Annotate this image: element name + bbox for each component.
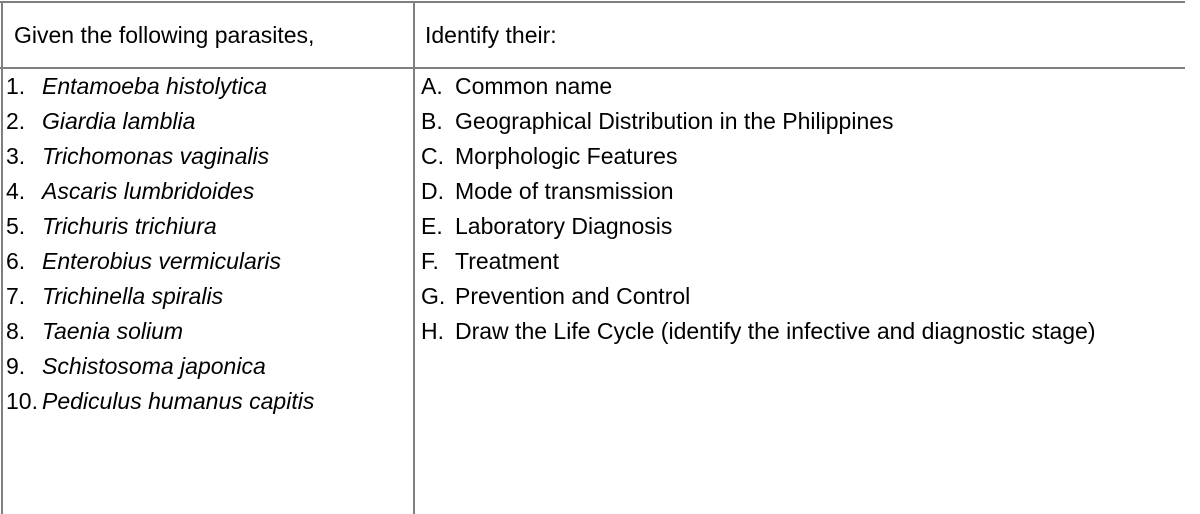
identify-item-label: Treatment [455, 248, 559, 274]
list-item: 4. Ascaris lumbridoides [6, 174, 410, 209]
parasite-list: 1. Entamoeba histolytica 2. Giardia lamblia… [6, 69, 410, 419]
identify-item-marker: B. [421, 108, 443, 134]
parasite-item-marker: 4. [6, 178, 26, 204]
parasite-item-marker: 8. [6, 318, 26, 344]
list-item: 1. Entamoeba histolytica [6, 69, 410, 104]
list-item: 7. Trichinella spiralis [6, 279, 410, 314]
parasite-item-marker: 3. [6, 143, 26, 169]
identify-item-label: Mode of transmission [455, 178, 674, 204]
identify-item-label: Morphologic Features [455, 143, 678, 169]
list-item: 9. Schistosoma japonica [6, 349, 410, 384]
table-body-row: 1. Entamoeba histolytica 2. Giardia lamblia… [0, 69, 1200, 514]
parasite-item-label: Trichomonas vaginalis [42, 143, 270, 169]
parasite-item-label: Trichuris trichiura [42, 213, 217, 239]
identify-item-marker: D. [421, 178, 444, 204]
parasite-item-label: Entamoeba histolytica [42, 73, 268, 99]
parasite-item-label: Enterobius vermicularis [42, 248, 282, 274]
list-item: 10. Pediculus humanus capitis [6, 384, 410, 419]
parasite-item-marker: 5. [6, 213, 26, 239]
list-item: 3. Trichomonas vaginalis [6, 139, 410, 174]
parasite-item-marker: 10. [6, 388, 38, 414]
list-item: D. Mode of transmission [421, 174, 1191, 209]
parasite-item-label: Taenia solium [42, 318, 184, 344]
worksheet-table: Given the following parasites, Identify … [0, 0, 1200, 514]
list-item: B. Geographical Distribution in the Phili… [421, 104, 1191, 139]
identify-item-marker: A. [421, 73, 443, 99]
parasites-column: 1. Entamoeba histolytica 2. Giardia lamblia… [6, 69, 410, 419]
column-header-parasites: Given the following parasites, [14, 22, 315, 48]
identify-item-label: Laboratory Diagnosis [455, 213, 673, 239]
identify-list: A. Common name B. Geographical Distribution… [421, 69, 1191, 349]
list-item: A. Common name [421, 69, 1191, 104]
list-item: E. Laboratory Diagnosis [421, 209, 1191, 244]
list-item: H. Draw the Life Cycle (identify the infe… [421, 314, 1191, 349]
list-item: C. Morphologic Features [421, 139, 1191, 174]
list-item: 5. Trichuris trichiura [6, 209, 410, 244]
identify-item-label: Prevention and Control [455, 283, 691, 309]
column-header-identify: Identify their: [425, 22, 557, 48]
parasite-item-marker: 6. [6, 248, 26, 274]
identify-item-label: Geographical Distribution in the Philipp… [455, 108, 894, 134]
parasite-item-label: Ascaris lumbridoides [42, 178, 255, 204]
parasite-item-label: Giardia lamblia [42, 108, 196, 134]
identify-item-label: Draw the Life Cycle (identify the infect… [455, 318, 1096, 344]
identify-item-marker: E. [421, 213, 443, 239]
parasite-item-marker: 2. [6, 108, 26, 134]
table-header-row: Given the following parasites, Identify … [0, 3, 1200, 67]
identify-column: A. Common name B. Geographical Distribution… [421, 69, 1191, 349]
parasite-item-label: Trichinella spiralis [42, 283, 224, 309]
identify-item-marker: H. [421, 318, 444, 344]
identify-item-marker: C. [421, 143, 444, 169]
identify-item-marker: G. [421, 283, 446, 309]
parasite-item-label: Pediculus humanus capitis [42, 388, 315, 414]
identify-item-marker: F. [421, 248, 439, 274]
parasite-item-marker: 9. [6, 353, 26, 379]
list-item: 6. Enterobius vermicularis [6, 244, 410, 279]
list-item: F. Treatment [421, 244, 1191, 279]
parasite-item-label: Schistosoma japonica [42, 353, 266, 379]
list-item: G. Prevention and Control [421, 279, 1191, 314]
parasite-item-marker: 7. [6, 283, 26, 309]
list-item: 8. Taenia solium [6, 314, 410, 349]
list-item: 2. Giardia lamblia [6, 104, 410, 139]
parasite-item-marker: 1. [6, 73, 26, 99]
identify-item-label: Common name [455, 73, 613, 99]
